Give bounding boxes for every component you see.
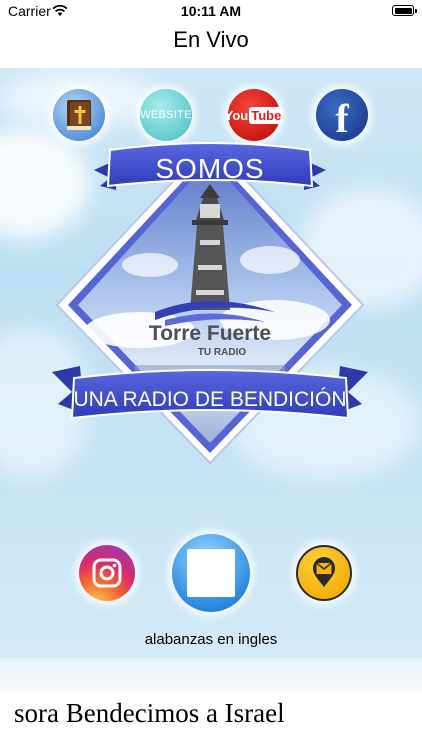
battery-icon (392, 5, 417, 16)
bible-icon (67, 100, 91, 130)
bottom-banner-text: UNA RADIO DE BENDICIÓN (73, 388, 346, 411)
logo-name: Torre Fuerte (149, 322, 271, 345)
mail-pin-icon (313, 557, 335, 587)
stop-icon (187, 549, 235, 597)
youtube-button[interactable]: You Tube (225, 89, 284, 141)
youtube-you-text: You (224, 107, 249, 123)
clock: 10:11 AM (180, 3, 242, 19)
station-logo: Torre Fuerte TU RADIO SOMOS UNA RADIO DE… (52, 140, 368, 465)
news-ticker: sora Bendecimos a Israel (14, 698, 285, 728)
status-bar: Carrier 10:11 AM (0, 0, 422, 22)
youtube-logo: You Tube (224, 106, 284, 124)
facebook-button[interactable]: f (316, 89, 368, 141)
main-content: WEBSITE You Tube f Torre Fuerte TU RADIO… (0, 68, 422, 658)
youtube-tube-text: Tube (249, 106, 284, 124)
logo-cloud (240, 246, 300, 274)
page-title: En Vivo (173, 27, 249, 52)
track-title: alabanzas en ingles (144, 631, 278, 648)
play-stop-button[interactable] (172, 534, 250, 612)
contact-button[interactable] (296, 545, 352, 601)
logo-cloud (122, 253, 178, 277)
website-button[interactable]: WEBSITE (140, 89, 192, 141)
website-label: WEBSITE (140, 109, 192, 121)
top-banner-text: SOMOS (155, 153, 264, 184)
instagram-icon (92, 558, 122, 588)
bible-button[interactable] (53, 89, 105, 141)
logo-tagline: TU RADIO (198, 347, 247, 358)
instagram-button[interactable] (79, 545, 135, 601)
facebook-icon: f (335, 95, 349, 141)
